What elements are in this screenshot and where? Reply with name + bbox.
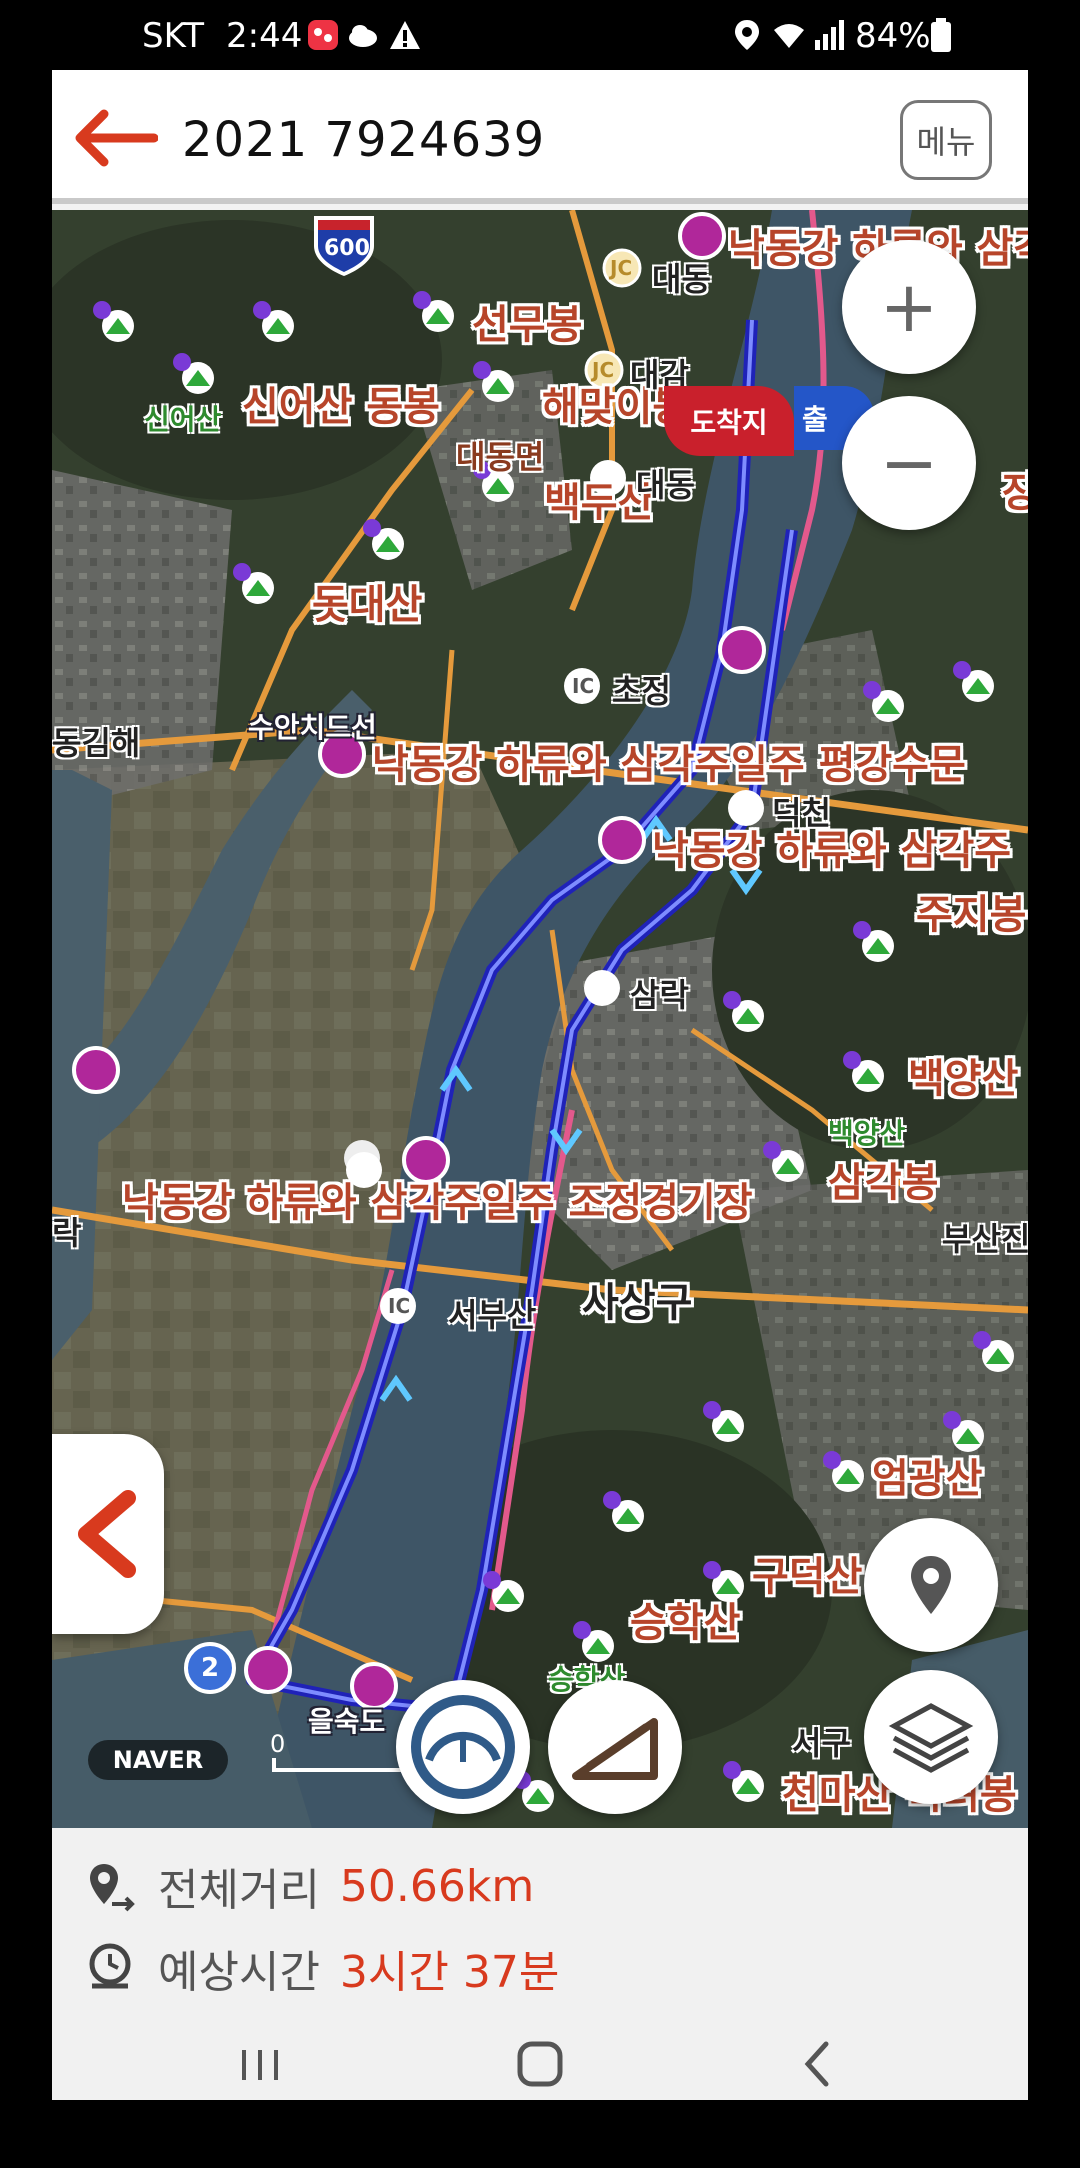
carrier-label: SKT	[142, 16, 205, 56]
route-title: 2021 7924639	[182, 112, 546, 168]
scale-bar-label: 0	[270, 1730, 286, 1758]
home-icon[interactable]	[500, 2028, 580, 2100]
signal-icon	[815, 20, 844, 50]
map-view[interactable]: 600 2 JC JC IC IC 낙동강 하류와 삼각 대동 선무봉 신어산 …	[52, 210, 1028, 1828]
battery-icon	[931, 18, 951, 52]
chevron-left-icon	[78, 1490, 136, 1578]
map-label: 낙동강 하류와 삼각주	[652, 828, 1012, 874]
clock-icon	[89, 1943, 131, 1989]
zoom-out-button[interactable]: −	[842, 396, 976, 530]
map-label: 백양산	[828, 1117, 906, 1150]
location-icon	[735, 20, 759, 50]
highway-shield-600: 600	[324, 236, 370, 261]
ic-marker: IC	[572, 674, 595, 698]
map-label: 초정	[612, 672, 671, 710]
map-label: 서부산	[448, 1296, 537, 1334]
naver-logo: NAVER	[88, 1740, 228, 1780]
jc-marker: JC	[610, 256, 633, 280]
map-label: 을숙도	[308, 1705, 386, 1738]
wifi-icon	[774, 24, 804, 48]
side-panel-toggle[interactable]	[52, 1434, 164, 1634]
time-label: 예상시간	[158, 1947, 320, 1998]
map-label: 동김해	[52, 724, 141, 762]
app-window: 2021 7924639 메뉴 600 2 JC JC IC IC 낙동강 삼 …	[52, 70, 1028, 2100]
time-row: 예상시간 3시간 37분	[82, 1938, 559, 1998]
header: 2021 7924639 메뉴	[52, 70, 1028, 204]
warning-icon	[390, 21, 420, 49]
back-icon[interactable]	[778, 2028, 858, 2100]
ic-marker: IC	[388, 1294, 411, 1318]
map-label: 대동	[652, 260, 711, 298]
map-label: 부산진	[942, 1220, 1028, 1258]
map-label: 수안치드선	[248, 711, 377, 744]
map-label: 신어산	[144, 403, 222, 436]
route-info-panel: 전체거리 50.66km 예상시간 3시간 37분	[52, 1828, 1028, 2028]
map-label: 돗대산	[312, 582, 423, 628]
menu-button[interactable]: 메뉴	[900, 100, 992, 180]
map-label: 사상구	[582, 1280, 693, 1326]
map-label: 구덕산	[752, 1554, 863, 1600]
current-location-button[interactable]	[864, 1518, 998, 1652]
map-label: 승학산	[630, 1600, 741, 1646]
distance-value: 50.66km	[339, 1860, 535, 1912]
map-layers-button[interactable]	[864, 1670, 998, 1804]
map-label: 선무봉	[472, 302, 583, 348]
elevation-button[interactable]	[548, 1680, 682, 1814]
speedometer-button[interactable]	[396, 1680, 530, 1814]
arrival-flag[interactable]: 도착지	[664, 386, 794, 456]
map-pin-icon	[911, 1556, 951, 1614]
cloud-icon	[349, 25, 377, 47]
time-value: 3시간 37분	[339, 1947, 560, 1998]
layers-icon	[888, 1703, 974, 1773]
map-label: 주지봉	[916, 892, 1027, 938]
distance-row: 전체거리 50.66km	[82, 1856, 534, 1916]
map-label: 낙동강 하류와 삼각주일주 조정경기장	[122, 1180, 753, 1226]
map-label: 삼각봉	[828, 1160, 939, 1206]
map-label: 락	[52, 1214, 82, 1252]
screen: SKT 2:44 84% 2021 7924639 메뉴 600 2 JC JC…	[0, 0, 1080, 2168]
map-label: 신어산 동봉	[242, 384, 440, 430]
map-label: 장	[1002, 470, 1028, 516]
map-label: 낙동강 하류와 삼각주일주 평강수문	[372, 742, 966, 788]
map-label: 서구	[792, 1724, 851, 1762]
map-label: 백양산	[908, 1056, 1019, 1102]
clock: 2:44	[226, 16, 303, 56]
distance-pin-icon	[90, 1864, 135, 1912]
recent-apps-icon[interactable]	[220, 2028, 300, 2100]
status-bar: SKT 2:44 84%	[0, 0, 1080, 70]
speedometer-icon	[411, 1695, 515, 1799]
map-label: 삼락	[630, 976, 689, 1014]
zoom-in-button[interactable]: +	[842, 240, 976, 374]
back-arrow-icon[interactable]	[74, 108, 158, 168]
battery-level: 84%	[855, 16, 931, 56]
map-label: 대동면	[456, 438, 545, 476]
app-notification-icon	[308, 20, 338, 50]
system-nav-bar	[52, 2028, 1028, 2100]
road-badge-2: 2	[201, 1653, 220, 1683]
map-label: 엄광산	[872, 1456, 983, 1502]
distance-label: 전체거리	[158, 1865, 320, 1916]
map-label: 대동	[636, 466, 695, 504]
elevation-slope-icon	[572, 1718, 658, 1780]
